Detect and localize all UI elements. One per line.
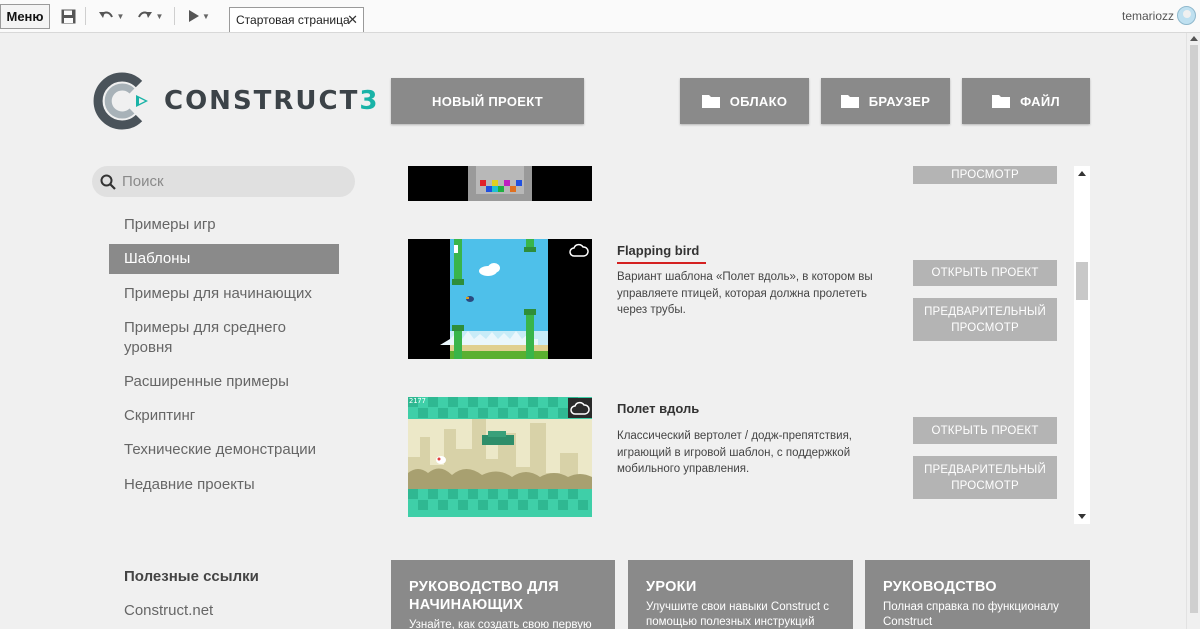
undo-icon[interactable]: ▼ [96,6,126,26]
sidebar-item-intermediate-examples[interactable]: Примеры для среднего уровня [109,318,309,358]
browser-button-label: БРАУЗЕР [868,93,931,109]
sidebar-item-beginner-examples[interactable]: Примеры для начинающих [109,284,339,304]
top-toolbar: Меню ▼ ▼ ▼ Стартовая страница ✕ temarioz… [0,0,1200,33]
username[interactable]: temariozz [1122,9,1174,23]
template-description: Вариант шаблона «Полет вдоль», в котором… [617,271,873,316]
card-title: РУКОВОДСТВО [883,579,997,595]
card-description: Полная справка по функционалу Construct [883,601,1059,628]
card-tutorials[interactable]: УРОКИ Улучшите свои навыки Construct с п… [628,560,853,629]
sidebar-item-advanced-examples[interactable]: Расширенные примеры [109,372,339,392]
tab-start-page[interactable]: Стартовая страница ✕ [229,7,364,32]
cloud-icon [568,398,592,418]
search-icon [100,174,116,190]
tab-label: Стартовая страница [236,13,350,27]
card-title: УРОКИ [646,579,697,595]
search-input[interactable] [122,173,342,190]
close-icon[interactable]: ✕ [347,12,358,28]
scroll-down-icon[interactable] [1078,514,1086,519]
chevron-down-icon[interactable]: ▼ [202,12,210,21]
cloud-icon [569,243,589,262]
scroll-up-icon[interactable] [1078,171,1086,176]
card-description: Улучшите свои навыки Construct с помощью… [646,601,830,628]
chevron-down-icon[interactable]: ▼ [156,12,164,21]
scrollbar-thumb[interactable] [1190,45,1198,613]
scroll-up-icon[interactable] [1190,36,1198,41]
scrollbar-thumb[interactable] [1076,262,1088,300]
sidebar-item-game-examples[interactable]: Примеры игр [109,215,339,235]
new-project-button[interactable]: НОВЫЙ ПРОЕКТ [391,78,584,124]
construct-logo-icon [93,72,148,130]
file-button[interactable]: ФАЙЛ [962,78,1090,124]
card-manual[interactable]: РУКОВОДСТВО Полная справка по функционал… [865,560,1090,629]
template-thumbnail[interactable]: 2177 [408,397,592,517]
template-title[interactable]: Flapping bird [617,243,699,258]
template-description: Классический вертолет / додж-препятствия… [617,430,852,475]
open-project-button[interactable]: ОТКРЫТЬ ПРОЕКТ [913,260,1057,286]
template-title[interactable]: Полет вдоль [617,401,699,416]
title-underline [617,262,706,264]
menu-button[interactable]: Меню [0,4,50,29]
link-construct-net[interactable]: Construct.net [124,602,213,619]
folder-icon [992,95,1011,108]
logo-text: CONSTRUCT3 [164,86,380,116]
useful-links-heading: Полезные ссылки [124,568,259,585]
preview-button[interactable]: ПРОСМОТР [913,166,1057,184]
sidebar-item-scripting[interactable]: Скриптинг [109,406,339,426]
card-description: Узнайте, как создать свою первую [409,619,592,629]
folder-icon [701,95,720,108]
open-project-button[interactable]: ОТКРЫТЬ ПРОЕКТ [913,417,1057,444]
sidebar-item-templates[interactable]: Шаблоны [109,244,339,274]
play-icon[interactable]: ▼ [184,6,214,26]
template-list-scrollbar[interactable] [1074,166,1090,524]
avatar[interactable] [1177,6,1196,25]
construct-logo: CONSTRUCT3 [92,72,379,130]
sidebar-item-recent-projects[interactable]: Недавние проекты [109,475,339,495]
preview-button[interactable]: ПРЕДВАРИТЕЛЬНЫЙ ПРОСМОТР [913,456,1057,499]
template-thumbnail[interactable] [408,166,592,201]
redo-icon[interactable]: ▼ [135,6,165,26]
sidebar-item-tech-demos[interactable]: Технические демонстрации [109,440,339,460]
template-thumbnail[interactable] [408,239,592,359]
search-box[interactable] [92,166,355,197]
cloud-button[interactable]: ОБЛАКО [680,78,809,124]
file-button-label: ФАЙЛ [1020,93,1060,109]
browser-button[interactable]: БРАУЗЕР [821,78,950,124]
cloud-button-label: ОБЛАКО [729,93,788,109]
card-beginners-guide[interactable]: РУКОВОДСТВО ДЛЯ НАЧИНАЮЩИХ Узнайте, как … [391,560,615,629]
save-icon[interactable] [59,6,77,26]
template-list: ПРОСМОТР Flapping bird Вариант шаблона «… [391,166,1090,524]
folder-icon [840,95,859,108]
page-scrollbar[interactable] [1186,33,1200,629]
chevron-down-icon[interactable]: ▼ [117,12,125,21]
card-title: РУКОВОДСТВО ДЛЯ НАЧИНАЮЩИХ [409,579,559,613]
score-text: 2177 [409,397,426,405]
preview-button[interactable]: ПРЕДВАРИТЕЛЬНЫЙ ПРОСМОТР [913,298,1057,341]
